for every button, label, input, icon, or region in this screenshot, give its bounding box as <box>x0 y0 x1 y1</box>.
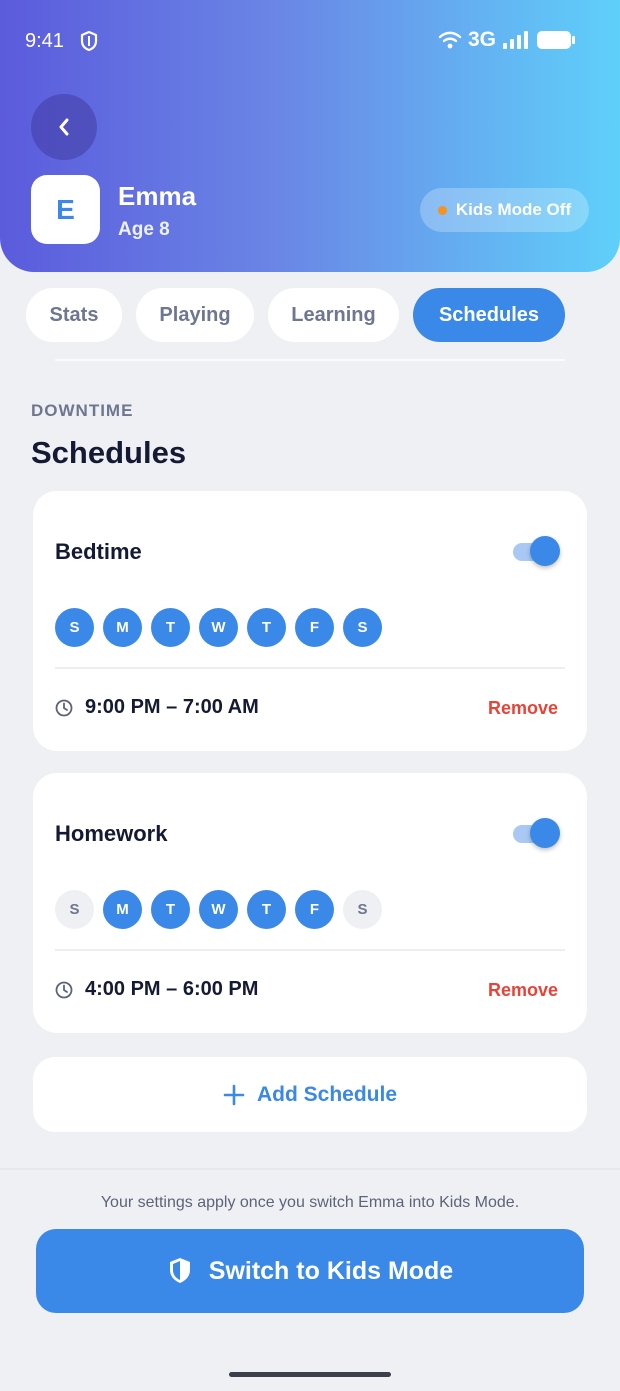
footer: Your settings apply once you switch Emma… <box>0 1168 620 1391</box>
back-button[interactable] <box>31 94 97 160</box>
section-label: DOWNTIME <box>31 401 134 420</box>
profile-header: 9:41 3G E Emma Age 8 Kids Mode Off <box>0 0 620 272</box>
day-saturday[interactable]: S <box>343 608 382 647</box>
day-monday[interactable]: M <box>103 890 142 929</box>
day-thursday[interactable]: T <box>247 608 286 647</box>
day-sunday[interactable]: S <box>55 890 94 929</box>
toggle-knob <box>530 818 560 848</box>
day-selector: S M T W T F S <box>55 890 382 929</box>
section-title: Schedules <box>31 435 187 470</box>
schedule-card: Homework S M T W T F S 4:00 PM – 6:00 PM… <box>33 773 587 1033</box>
shield-icon <box>80 30 98 52</box>
day-thursday[interactable]: T <box>247 890 286 929</box>
day-saturday[interactable]: S <box>343 890 382 929</box>
schedule-name: Homework <box>55 821 168 846</box>
remove-button[interactable]: Remove <box>488 980 558 1001</box>
tab-stats[interactable]: Stats <box>26 288 122 342</box>
time-row[interactable]: 4:00 PM – 6:00 PM <box>55 978 258 1001</box>
day-sunday[interactable]: S <box>55 608 94 647</box>
tab-bar: Stats Playing Learning Schedules <box>26 288 565 342</box>
day-wednesday[interactable]: W <box>199 608 238 647</box>
status-time: 9:41 <box>25 30 64 52</box>
add-schedule-button[interactable]: Add Schedule <box>33 1057 587 1132</box>
schedule-toggle[interactable] <box>513 818 560 848</box>
day-monday[interactable]: M <box>103 608 142 647</box>
clock-icon <box>55 981 73 998</box>
cta-label: Switch to Kids Mode <box>208 1256 454 1285</box>
profile-name: Emma <box>118 181 197 211</box>
remove-button[interactable]: Remove <box>488 698 558 719</box>
plus-icon <box>223 1084 245 1105</box>
wifi-icon <box>438 31 462 49</box>
day-wednesday[interactable]: W <box>199 890 238 929</box>
back-arrow-icon <box>59 118 69 136</box>
time-row[interactable]: 9:00 PM – 7:00 AM <box>55 696 259 719</box>
signal-icon <box>503 31 528 49</box>
home-indicator <box>229 1372 391 1377</box>
day-friday[interactable]: F <box>295 608 334 647</box>
time-range: 9:00 PM – 7:00 AM <box>85 696 259 718</box>
card-divider <box>55 667 565 669</box>
clock-icon <box>55 699 73 716</box>
tab-schedules[interactable]: Schedules <box>413 288 565 342</box>
status-bar: 9:41 3G <box>0 0 620 80</box>
kids-mode-badge: Kids Mode Off <box>420 188 589 232</box>
status-right: 3G <box>438 28 576 52</box>
card-divider <box>55 949 565 951</box>
time-range: 4:00 PM – 6:00 PM <box>85 978 259 1000</box>
switch-to-kids-mode-button[interactable]: Switch to Kids Mode <box>36 1229 584 1313</box>
schedule-toggle[interactable] <box>513 536 560 566</box>
footer-note: Your settings apply once you switch Emma… <box>100 1194 520 1211</box>
day-tuesday[interactable]: T <box>151 608 190 647</box>
toggle-knob <box>530 536 560 566</box>
network-type: 3G <box>467 28 496 51</box>
schedule-name: Bedtime <box>55 539 142 564</box>
battery-icon <box>537 31 575 49</box>
status-dot <box>437 205 447 215</box>
day-selector: S M T W T F S <box>55 608 382 647</box>
day-friday[interactable]: F <box>295 890 334 929</box>
kids-mode-label: Kids Mode Off <box>455 200 572 219</box>
schedule-card: Bedtime S M T W T F S 9:00 PM – 7:00 AM … <box>33 491 587 751</box>
shield-icon <box>169 1258 190 1283</box>
profile-age: Age 8 <box>118 219 170 240</box>
tab-playing[interactable]: Playing <box>136 288 254 342</box>
day-tuesday[interactable]: T <box>151 890 190 929</box>
avatar: E <box>31 175 100 244</box>
tab-learning[interactable]: Learning <box>268 288 399 342</box>
add-schedule-label: Add Schedule <box>256 1082 398 1106</box>
tab-divider <box>55 359 565 361</box>
